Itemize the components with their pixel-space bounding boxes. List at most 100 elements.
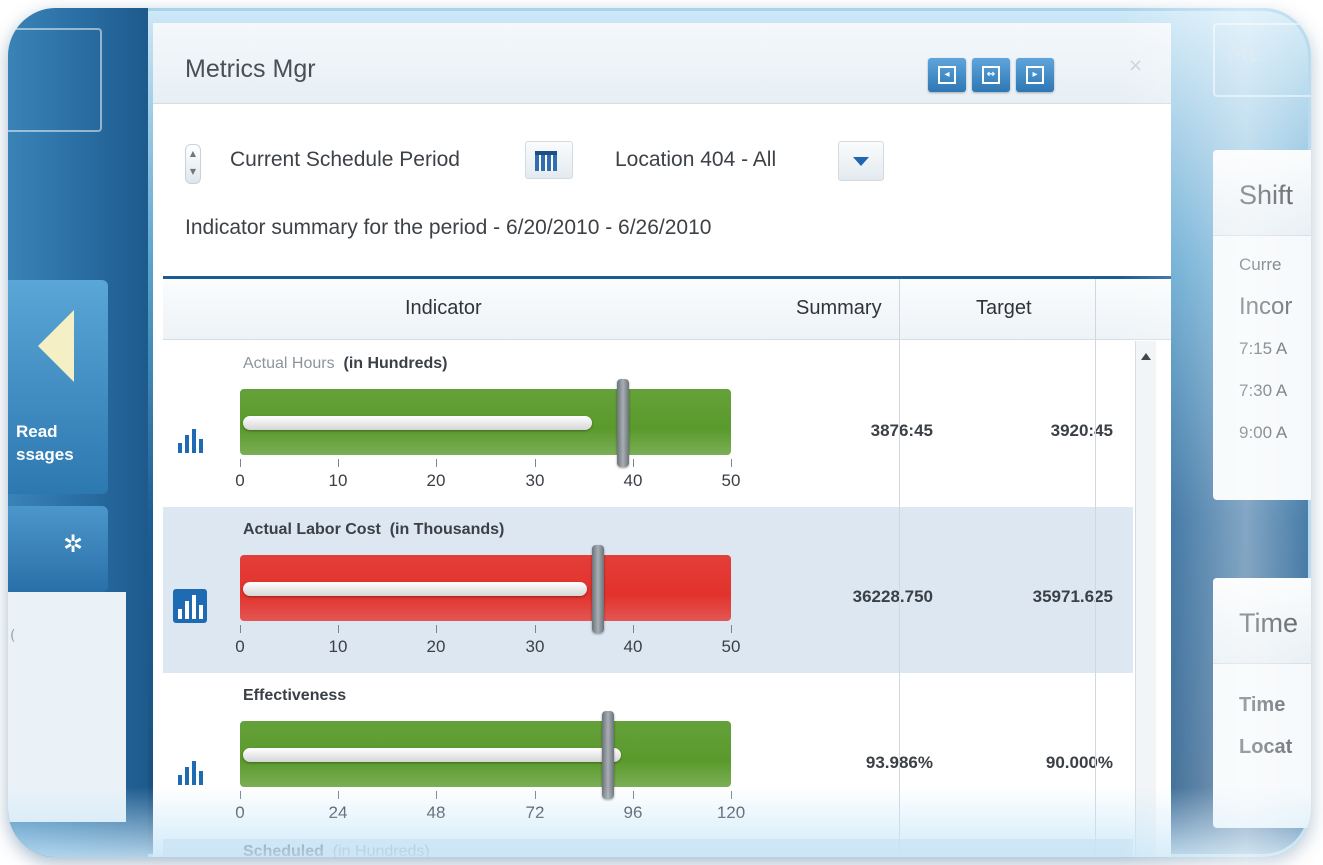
- calendar-icon: [535, 151, 557, 171]
- read-messages-tile[interactable]: Read ssages: [8, 280, 108, 494]
- right-top-tab[interactable]: Me: [1213, 23, 1311, 97]
- axis-tick-label: 20: [426, 637, 446, 656]
- left-nav-panel: (: [8, 592, 126, 822]
- indicator-row[interactable]: Actual Hours (in Hundreds) 0 10 20 30 40 50 3…: [163, 341, 1133, 507]
- indicator-label: Scheduled (in Hundreds): [243, 843, 430, 857]
- target-value: 35971.625: [1032, 587, 1113, 606]
- close-icon[interactable]: ×: [1128, 55, 1143, 76]
- time-card-line: Time: [1239, 694, 1286, 716]
- right-top-tab-label: Me: [1227, 39, 1263, 67]
- target-value: 90.000%: [1045, 753, 1113, 772]
- axis-tick-mark: [436, 625, 437, 633]
- indicator-row[interactable]: Scheduled (in Hundreds): [163, 839, 1133, 857]
- target-marker: [617, 379, 629, 467]
- axis-tick-mark: [731, 459, 732, 467]
- axis-tick-label: 10: [328, 471, 348, 490]
- location-select[interactable]: Location 404 - All: [615, 148, 776, 172]
- period-summary-text: Indicator summary for the period - 6/20/…: [185, 216, 712, 239]
- axis-tick-mark: [338, 625, 339, 633]
- schedule-period-label[interactable]: Current Schedule Period: [230, 148, 460, 172]
- summary-value: 36228.750: [852, 587, 933, 606]
- indicator-label: Effectiveness: [243, 687, 346, 705]
- indicator-row[interactable]: Effectiveness 024487296120 93.986% 90.00…: [163, 673, 1133, 839]
- actual-value-bar: [243, 416, 592, 430]
- axis-tick-mark: [240, 791, 241, 799]
- axis-tick-mark: [436, 459, 437, 467]
- scroll-up-icon[interactable]: [1141, 353, 1151, 360]
- chevron-down-icon: [853, 157, 869, 166]
- time-card-line: Locat: [1239, 736, 1293, 758]
- shift-card[interactable]: Shift Curre Incor 7:15 A 7:30 A 9:00 A: [1213, 150, 1311, 500]
- spinner-down-icon[interactable]: ▼: [186, 163, 200, 181]
- target-marker: [602, 711, 614, 799]
- indicator-name: Effectiveness: [243, 687, 347, 704]
- shift-time[interactable]: 7:15 A: [1213, 328, 1311, 370]
- panel-header: Metrics Mgr ◂ ↔ ▸ ×: [153, 23, 1171, 104]
- target-marker: [592, 545, 604, 633]
- axis-tick-label: 40: [623, 471, 643, 490]
- bar-chart-icon[interactable]: [173, 589, 207, 623]
- axis-tick-label: 50: [721, 471, 741, 490]
- shift-card-line: Curre: [1239, 255, 1282, 274]
- table-scrollbar[interactable]: [1135, 341, 1156, 857]
- metrics-manager-panel: Metrics Mgr ◂ ↔ ▸ × ▲ ▼ Current Schedule…: [153, 23, 1171, 857]
- axis-tick-mark: [535, 791, 536, 799]
- arrow-right-icon: ▸: [1026, 66, 1044, 84]
- indicator-name: Scheduled: [243, 843, 324, 857]
- left-nav-tile[interactable]: [8, 28, 102, 132]
- axis-tick-label: 20: [426, 471, 446, 490]
- panel-title: Metrics Mgr: [185, 55, 316, 83]
- axis-tick-mark: [633, 459, 634, 467]
- settings-tile[interactable]: ✲: [8, 506, 108, 592]
- device-frame: Read ssages ✲ ( Metrics Mgr ◂ ↔ ▸ × ▲ ▼: [8, 8, 1311, 857]
- shift-card-line: Incor: [1239, 293, 1293, 320]
- axis-tick-mark: [240, 459, 241, 467]
- read-messages-label-line1: Read: [16, 422, 58, 441]
- axis-tick-mark: [633, 625, 634, 633]
- collapse-left-button[interactable]: ◂: [928, 58, 966, 92]
- bar-axis: 0 10 20 30 40 50: [235, 625, 740, 656]
- shift-time[interactable]: 7:30 A: [1213, 370, 1311, 412]
- axis-tick-label: 0: [235, 803, 245, 822]
- location-dropdown-button[interactable]: [838, 141, 884, 181]
- column-header-indicator[interactable]: Indicator: [405, 297, 482, 320]
- axis-tick-label: 48: [426, 803, 446, 822]
- axis-tick-mark: [731, 791, 732, 799]
- column-divider: [1095, 279, 1096, 857]
- bar-axis: 0 10 20 30 40 50: [235, 459, 740, 490]
- indicator-row[interactable]: Actual Labor Cost (in Thousands) 0 10 20 30…: [163, 507, 1133, 673]
- bullet-bar: [240, 379, 731, 467]
- bar-chart-icon[interactable]: [173, 423, 207, 457]
- message-icon: [38, 310, 74, 382]
- indicator-name: Actual Labor Cost: [243, 521, 381, 538]
- axis-tick-label: 120: [716, 803, 746, 822]
- column-header-target[interactable]: Target: [976, 297, 1032, 320]
- spinner-up-icon[interactable]: ▲: [186, 145, 200, 163]
- filter-row: ▲ ▼ Current Schedule Period Location 404…: [153, 103, 1171, 203]
- axis-tick-label: 30: [525, 471, 545, 490]
- shift-time[interactable]: 9:00 A: [1213, 412, 1311, 454]
- window-controls: ◂ ↔ ▸: [928, 58, 1054, 92]
- column-header-summary[interactable]: Summary: [796, 297, 882, 320]
- collapse-right-button[interactable]: ▸: [1016, 58, 1054, 92]
- left-nav-label: (: [10, 628, 16, 644]
- axis-tick-mark: [240, 625, 241, 633]
- calendar-button[interactable]: [525, 141, 573, 179]
- arrow-left-icon: ◂: [938, 66, 956, 84]
- time-card-title: Time: [1213, 578, 1311, 664]
- time-card[interactable]: Time Time Locat: [1213, 578, 1311, 828]
- expand-icon: ↔: [982, 66, 1000, 84]
- actual-value-bar: [243, 582, 587, 596]
- summary-value: 3876:45: [870, 421, 933, 440]
- axis-tick-label: 0: [235, 471, 245, 490]
- expand-button[interactable]: ↔: [972, 58, 1010, 92]
- axis-tick-mark: [338, 459, 339, 467]
- axis-tick-label: 0: [235, 637, 245, 656]
- bar-chart-icon[interactable]: [173, 755, 207, 789]
- period-spinner[interactable]: ▲ ▼: [185, 144, 201, 184]
- axis-tick-mark: [436, 791, 437, 799]
- bullet-bar: [240, 711, 731, 799]
- axis-tick-label: 30: [525, 637, 545, 656]
- bullet-bar: [240, 545, 731, 633]
- indicator-unit: (in Hundreds): [332, 843, 430, 857]
